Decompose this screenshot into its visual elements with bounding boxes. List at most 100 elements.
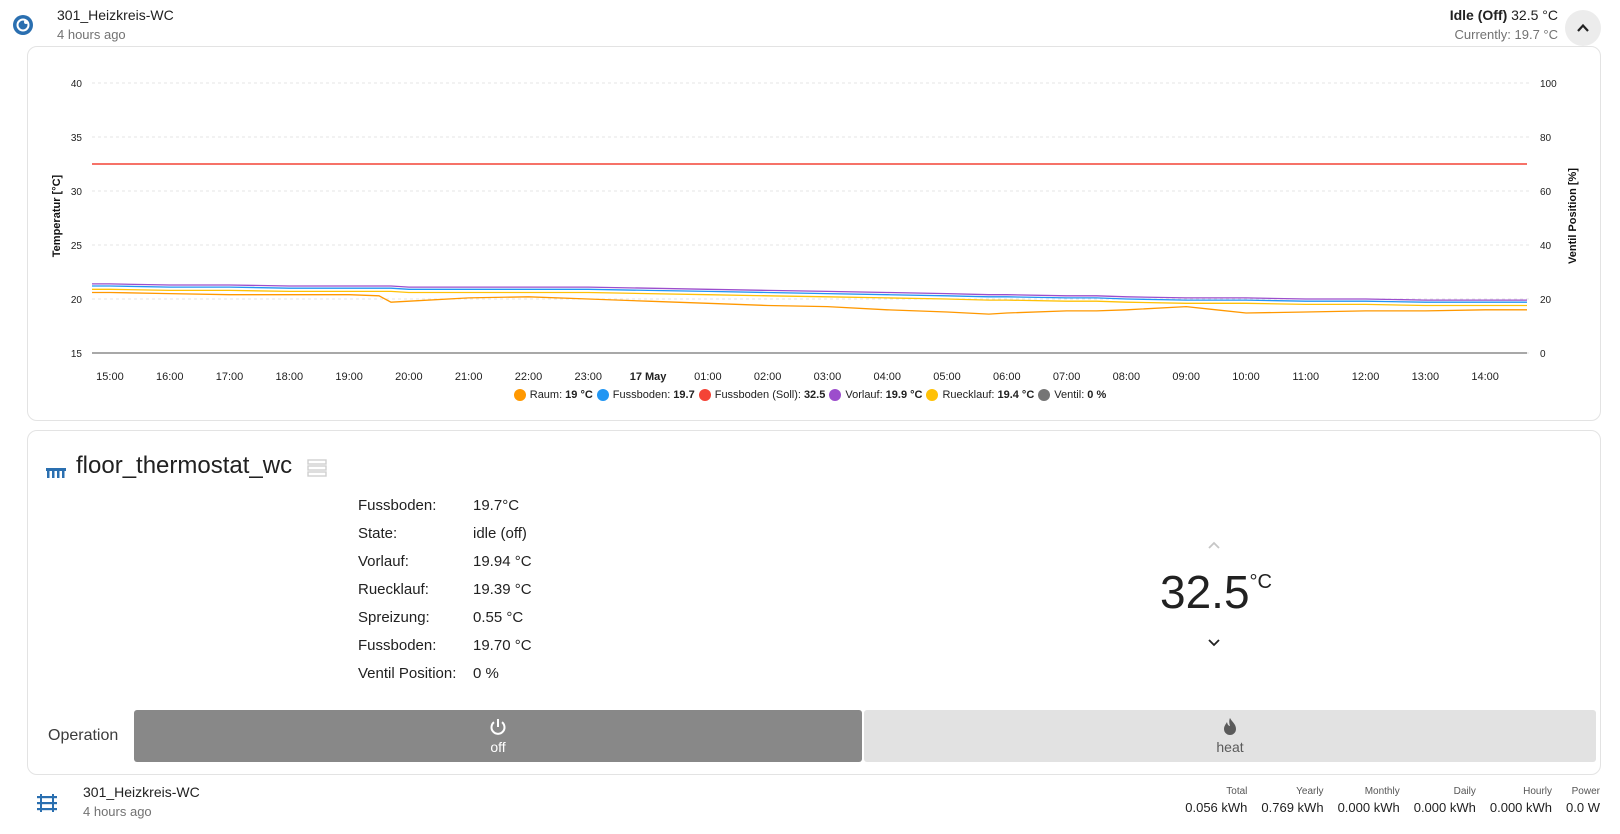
legend-label: Ruecklauf — [942, 389, 992, 401]
x-tick-label: 17:00 — [216, 371, 244, 383]
x-tick-label: 18:00 — [276, 371, 304, 383]
attribute-value: 19.70 °C — [473, 637, 532, 654]
chart-legend: Raum:19 °C Fussboden:19.7 Fussboden (Soll)… — [0, 389, 1620, 404]
radiator-icon — [45, 466, 67, 480]
x-tick-label: 23:00 — [575, 371, 603, 383]
x-tick-label: 04:00 — [873, 371, 901, 383]
stat-value: 0.0 W — [1566, 800, 1600, 815]
list-icon[interactable] — [307, 459, 327, 477]
attribute-key: Ruecklauf: — [358, 581, 429, 598]
attribute-row: State: idle (off) — [358, 525, 532, 553]
legend-item[interactable]: Vorlauf:19.9 °C — [829, 389, 922, 401]
y-tick-label: 35 — [71, 133, 83, 144]
attribute-row: Spreizung: 0.55 °C — [358, 609, 532, 637]
y2-axis-label: Ventil Position [%] — [1567, 168, 1579, 264]
y2-tick-label: 0 — [1540, 349, 1546, 360]
x-tick-label: 02:00 — [754, 371, 782, 383]
y-axis-label: Temperatur [°C] — [51, 174, 63, 257]
mode-heat-button[interactable]: heat — [864, 710, 1596, 762]
y-tick-label: 15 — [71, 349, 83, 360]
x-tick-label: 13:00 — [1412, 371, 1440, 383]
legend-item[interactable]: Ruecklauf:19.4 °C — [926, 389, 1034, 401]
attribute-row: Ventil Position: 0 % — [358, 665, 532, 693]
stat-hourly: Hourly 0.000 kWh — [1490, 786, 1552, 815]
stat-value: 0.000 kWh — [1337, 800, 1400, 815]
y2-tick-label: 100 — [1540, 79, 1557, 90]
stat-value: 0.000 kWh — [1413, 800, 1476, 815]
legend-swatch — [829, 389, 842, 401]
legend-value: 0 % — [1087, 389, 1107, 401]
legend-swatch — [1038, 389, 1051, 401]
chevron-down-icon[interactable] — [1206, 636, 1222, 650]
attribute-table: Fussboden: 19.7°C State: idle (off) Vorlauf:… — [358, 497, 532, 693]
x-tick-label: 10:00 — [1232, 371, 1260, 383]
legend-separator: : — [1081, 389, 1085, 401]
y-tick-label: 25 — [71, 241, 83, 252]
stat-label: Hourly — [1523, 786, 1553, 797]
legend-swatch — [698, 389, 711, 401]
attribute-key: Vorlauf: — [358, 553, 409, 570]
stat-total: Total 0.056 kWh — [1185, 786, 1247, 815]
legend-item[interactable]: Fussboden:19.7 — [596, 389, 695, 401]
attribute-row: Vorlauf: 19.94 °C — [358, 553, 532, 581]
stat-power: Power 0.0 W — [1566, 786, 1600, 815]
mode-off-button[interactable]: off — [134, 710, 862, 762]
series-line-raum — [92, 291, 1527, 315]
legend-value: 19.7 — [673, 389, 695, 401]
attribute-row: Fussboden: 19.70 °C — [358, 637, 532, 665]
attribute-row: Ruecklauf: 19.39 °C — [358, 581, 532, 609]
stat-label: Power — [1571, 786, 1600, 797]
y-tick-label: 20 — [71, 295, 83, 306]
x-tick-label: 16:00 — [156, 371, 184, 383]
target-value: 32.5 — [1160, 566, 1250, 618]
x-tick-label: 21:00 — [455, 371, 483, 383]
legend-label: Vorlauf — [845, 389, 880, 401]
stat-value: 0.769 kWh — [1261, 800, 1324, 815]
legend-item[interactable]: Raum:19 °C — [513, 389, 593, 401]
legend-item[interactable]: Fussboden (Soll):32.5 — [698, 389, 825, 401]
target-unit: °C — [1249, 571, 1272, 593]
stat-label: Daily — [1453, 786, 1476, 797]
legend-separator: : — [797, 389, 801, 401]
attribute-key: State: — [358, 525, 398, 542]
operation-label: Operation — [48, 727, 119, 744]
thermostat-title[interactable]: floor_thermostat_wc — [76, 452, 292, 480]
legend-value: 19 °C — [565, 389, 593, 401]
x-tick-label: 15:00 — [96, 371, 124, 383]
attribute-value: 19.94 °C — [473, 553, 532, 570]
footer-entity-name[interactable]: 301_Heizkreis-WC — [83, 784, 200, 800]
stat-label: Total — [1226, 786, 1248, 797]
y-tick-label: 30 — [71, 187, 83, 198]
legend-label: Raum — [529, 389, 560, 401]
attribute-key: Fussboden: — [358, 637, 437, 654]
x-tick-label: 05:00 — [933, 371, 961, 383]
x-tick-label: 14:00 — [1471, 371, 1499, 383]
attribute-value: 0 % — [473, 665, 499, 682]
legend-separator: : — [879, 389, 883, 401]
y-tick-label: 40 — [71, 79, 83, 90]
attribute-value: idle (off) — [473, 525, 527, 542]
attribute-row: Fussboden: 19.7°C — [358, 497, 532, 525]
y2-tick-label: 60 — [1540, 187, 1552, 198]
stat-label: Yearly — [1296, 786, 1324, 797]
legend-item[interactable]: Ventil:0 % — [1038, 389, 1106, 401]
legend-separator: : — [559, 389, 563, 401]
mode-off-label: off — [490, 739, 506, 755]
footer-last-changed: 4 hours ago — [83, 804, 152, 819]
stat-daily: Daily 0.000 kWh — [1414, 786, 1476, 815]
stat-monthly: Monthly 0.000 kWh — [1338, 786, 1400, 815]
x-tick-label: 20:00 — [395, 371, 423, 383]
legend-swatch — [926, 389, 939, 401]
attribute-key: Fussboden: — [358, 497, 437, 514]
x-tick-label: 17 May — [630, 371, 668, 383]
legend-separator: : — [991, 389, 995, 401]
legend-swatch — [596, 389, 609, 401]
legend-separator: : — [667, 389, 671, 401]
legend-label: Ventil — [1054, 389, 1082, 401]
radiator-list-icon[interactable] — [36, 793, 58, 813]
x-tick-label: 22:00 — [515, 371, 543, 383]
stat-value: 0.000 kWh — [1489, 800, 1553, 815]
x-tick-label: 06:00 — [993, 371, 1021, 383]
chevron-up-icon[interactable] — [1206, 538, 1222, 552]
attribute-key: Spreizung: — [358, 609, 430, 626]
